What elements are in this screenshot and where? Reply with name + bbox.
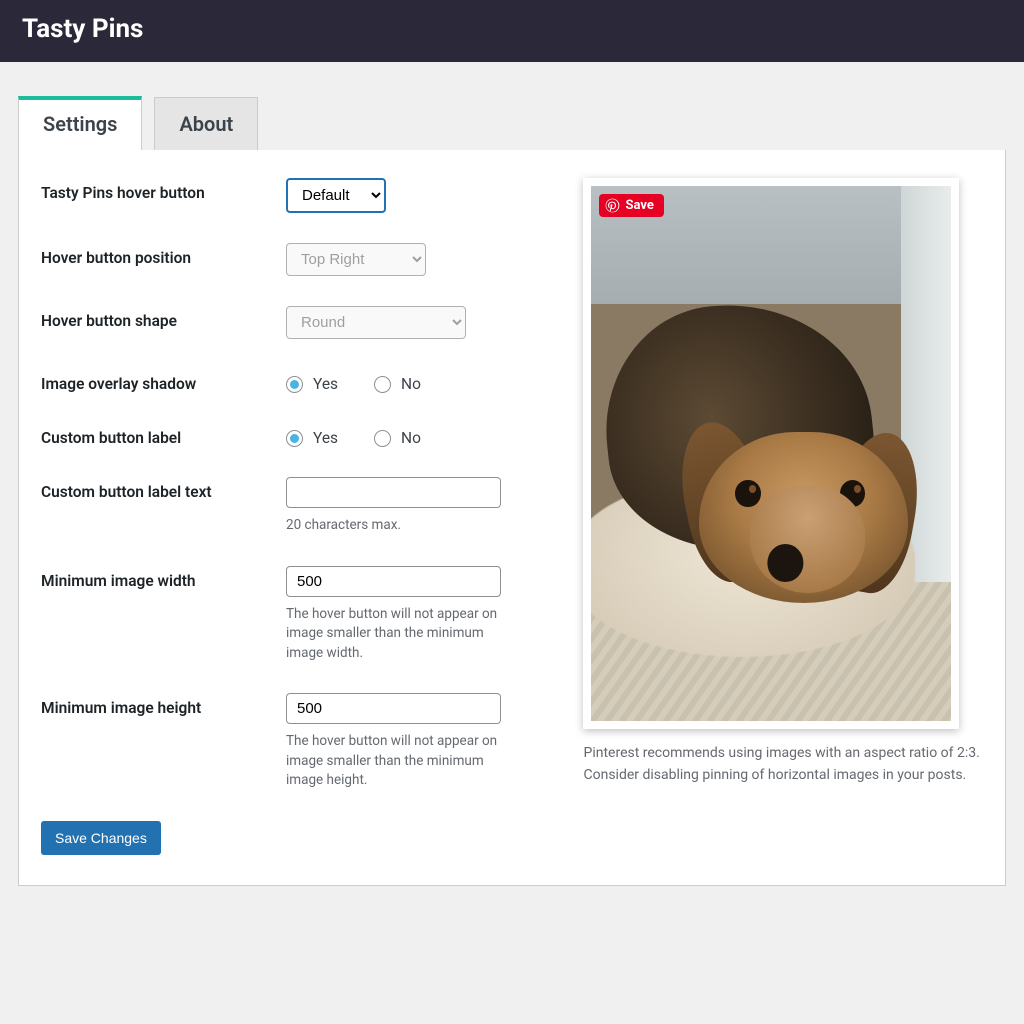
label-hover-button: Tasty Pins hover button bbox=[41, 178, 286, 202]
tab-settings[interactable]: Settings bbox=[18, 96, 142, 150]
radio-custom-no-input[interactable] bbox=[374, 430, 391, 447]
select-hover-position[interactable]: Top Right bbox=[286, 243, 426, 276]
radio-overlay-yes[interactable]: Yes bbox=[286, 375, 338, 393]
preview-column: Save Pinterest recommends using images w… bbox=[583, 178, 983, 786]
radio-overlay-no-input[interactable] bbox=[374, 376, 391, 393]
radio-custom-yes-input[interactable] bbox=[286, 430, 303, 447]
tab-about[interactable]: About bbox=[154, 97, 258, 150]
radio-overlay-no[interactable]: No bbox=[374, 375, 421, 393]
select-hover-button[interactable]: Default bbox=[286, 178, 386, 213]
app-title: Tasty Pins bbox=[22, 14, 1002, 44]
preview-card: Save bbox=[583, 178, 959, 729]
select-hover-shape[interactable]: Round bbox=[286, 306, 466, 339]
input-custom-text[interactable] bbox=[286, 477, 501, 508]
pinterest-save-label: Save bbox=[625, 198, 653, 213]
preview-note: Pinterest recommends using images with a… bbox=[583, 743, 983, 786]
helper-min-width: The hover button will not appear on imag… bbox=[286, 605, 501, 664]
radio-custom-yes[interactable]: Yes bbox=[286, 429, 338, 447]
radio-overlay-yes-input[interactable] bbox=[286, 376, 303, 393]
label-custom-button: Custom button label bbox=[41, 423, 286, 447]
tab-bar: Settings About bbox=[18, 96, 1006, 150]
label-custom-text: Custom button label text bbox=[41, 477, 286, 501]
preview-image bbox=[591, 186, 951, 721]
helper-custom-text: 20 characters max. bbox=[286, 516, 501, 536]
input-min-width[interactable] bbox=[286, 566, 501, 597]
helper-min-height: The hover button will not appear on imag… bbox=[286, 732, 501, 791]
pinterest-save-button[interactable]: Save bbox=[599, 194, 663, 217]
pinterest-icon bbox=[605, 198, 620, 213]
save-button[interactable]: Save Changes bbox=[41, 821, 161, 855]
settings-panel: Tasty Pins hover button Default Hover bu… bbox=[18, 150, 1006, 886]
label-min-width: Minimum image width bbox=[41, 566, 286, 590]
label-hover-position: Hover button position bbox=[41, 243, 286, 267]
input-min-height[interactable] bbox=[286, 693, 501, 724]
label-min-height: Minimum image height bbox=[41, 693, 286, 717]
radio-custom-no[interactable]: No bbox=[374, 429, 421, 447]
label-overlay-shadow: Image overlay shadow bbox=[41, 369, 286, 393]
app-header: Tasty Pins bbox=[0, 0, 1024, 62]
label-hover-shape: Hover button shape bbox=[41, 306, 286, 330]
